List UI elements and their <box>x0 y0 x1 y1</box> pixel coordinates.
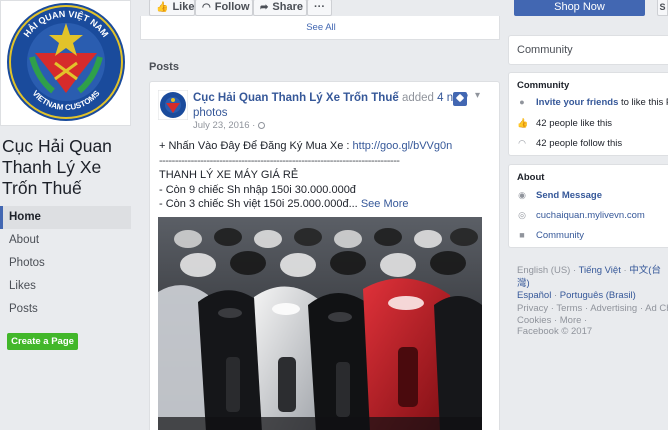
category-link[interactable]: Community <box>536 230 584 241</box>
globe-icon: ◎ <box>518 210 526 220</box>
create-page-button[interactable]: Create a Page <box>7 333 78 350</box>
community-card-title: Community <box>517 80 570 91</box>
pin-icon[interactable] <box>453 92 467 106</box>
website-row: ◎ cuchaiquan.mylivevn.com <box>517 210 668 221</box>
follow-button[interactable]: ◠ Follow <box>195 0 253 16</box>
nav-item-home[interactable]: Home <box>0 206 131 229</box>
like-button[interactable]: 👍 Like <box>149 0 195 16</box>
post-separator: ----------------------------------------… <box>159 154 400 167</box>
author-avatar[interactable] <box>158 90 188 120</box>
post-timestamp[interactable]: July 23, 2016 · <box>193 120 266 131</box>
language-vietnamese[interactable]: Tiếng Việt <box>579 265 621 276</box>
community-header-title[interactable]: Community <box>509 36 668 56</box>
page-nav: Home About Photos Likes Posts <box>0 206 131 321</box>
thumbs-up-icon: 👍 <box>156 2 169 13</box>
chevron-down-icon[interactable]: ▾ <box>475 90 480 101</box>
post-card: Cục Hải Quan Thanh Lý Xe Trốn Thuế added… <box>149 81 500 430</box>
send-message-link[interactable]: Send Message <box>536 190 602 201</box>
post-action-text: added <box>401 92 434 104</box>
current-language: English (US) · <box>517 265 577 276</box>
messenger-icon: ◉ <box>518 190 526 200</box>
more-options-button[interactable]: ··· <box>307 0 332 16</box>
share-button[interactable]: ➦ Share <box>253 0 307 16</box>
post-header-text: Cục Hải Quan Thanh Lý Xe Trốn Thuế added… <box>193 91 483 121</box>
language-portuguese[interactable]: Português (Brasil) <box>560 290 636 301</box>
profile-picture[interactable]: HẢI QUAN VIỆT NAM VIETNAM CUSTOMS <box>0 0 131 126</box>
about-card-title: About <box>517 172 545 183</box>
footer-links: Privacy · Terms · Advertising · Ad Choic… <box>517 303 668 338</box>
website-link[interactable]: cuchaiquan.mylivevn.com <box>536 210 645 221</box>
footer-copyright: Facebook © 2017 <box>517 326 593 337</box>
language-spanish[interactable]: Español <box>517 290 551 301</box>
nav-item-posts[interactable]: Posts <box>0 298 131 321</box>
see-all-link[interactable]: See All <box>141 22 501 33</box>
globe-icon <box>258 122 266 129</box>
post-line-register: + Nhấn Vào Đây Để Đăng Ký Mua Xe : http:… <box>159 140 453 152</box>
nav-item-photos[interactable]: Photos <box>0 252 131 275</box>
post-line-item-1: - Còn 9 chiếc Sh nhập 150i 30.000.000đ <box>159 183 356 196</box>
community-header-card: Community <box>508 35 668 65</box>
invite-friends-icon: ● <box>519 97 525 107</box>
thumbs-up-icon: 👍 <box>517 118 529 128</box>
category-row: ■ Community <box>517 230 668 241</box>
invite-friends-row: ●Invite your friends to like this Page <box>517 97 668 108</box>
footer-line-2[interactable]: Cookies · More · <box>517 315 668 327</box>
nav-item-likes[interactable]: Likes <box>0 275 131 298</box>
page-title[interactable]: Cục Hải Quan Thanh Lý Xe Trốn Thuế <box>2 136 138 199</box>
share-arrow-icon: ➦ <box>260 2 269 13</box>
register-link[interactable]: http://goo.gl/bVVg0n <box>353 140 453 152</box>
post-line-item-2: - Còn 3 chiếc Sh việt 150i 25.000.000đ..… <box>159 198 409 210</box>
footer-line-1[interactable]: Privacy · Terms · Advertising · Ad Choic… <box>517 303 668 315</box>
scooter-showroom-image <box>158 217 482 430</box>
send-message-row: ◉ Send Message <box>517 190 668 201</box>
left-column: HẢI QUAN VIỆT NAM VIETNAM CUSTOMS Cục Hả… <box>0 0 140 430</box>
language-selector: English (US) · Tiếng Việt · 中文(台灣) Españ… <box>517 265 661 301</box>
share-corner-button[interactable]: S <box>657 0 668 16</box>
post-line-title: THANH LÝ XE MÁY GIÁ RẺ <box>159 169 299 181</box>
post-photo[interactable] <box>158 217 482 430</box>
rss-icon: ◠ <box>202 2 211 13</box>
tag-icon: ■ <box>519 230 525 240</box>
customs-emblem-logo: HẢI QUAN VIỆT NAM VIETNAM CUSTOMS <box>7 3 125 121</box>
post-body: + Nhấn Vào Đây Để Đăng Ký Mua Xe : http:… <box>159 139 494 212</box>
about-card: About ◉ Send Message ◎ cuchaiquan.mylivevn… <box>508 164 668 248</box>
photos-card-footer: See All <box>140 16 500 40</box>
likes-count-row: 👍 42 people like this <box>517 118 613 129</box>
shop-now-button[interactable]: Shop Now <box>514 0 645 16</box>
community-card: Community ● Invite your friends to like t… <box>508 72 668 156</box>
nav-item-about[interactable]: About <box>0 229 131 252</box>
page-action-bar: 👍 Like ◠ Follow ➦ Share ··· <box>140 0 500 17</box>
see-more-link[interactable]: See More <box>361 198 409 210</box>
follows-count-row: ◠ 42 people follow this <box>518 138 623 149</box>
rss-icon: ◠ <box>518 138 526 148</box>
invite-friends-link[interactable]: Invite your friends <box>536 97 618 108</box>
post-author-name[interactable]: Cục Hải Quan Thanh Lý Xe Trốn Thuế <box>193 92 399 104</box>
posts-heading: Posts <box>149 61 179 73</box>
